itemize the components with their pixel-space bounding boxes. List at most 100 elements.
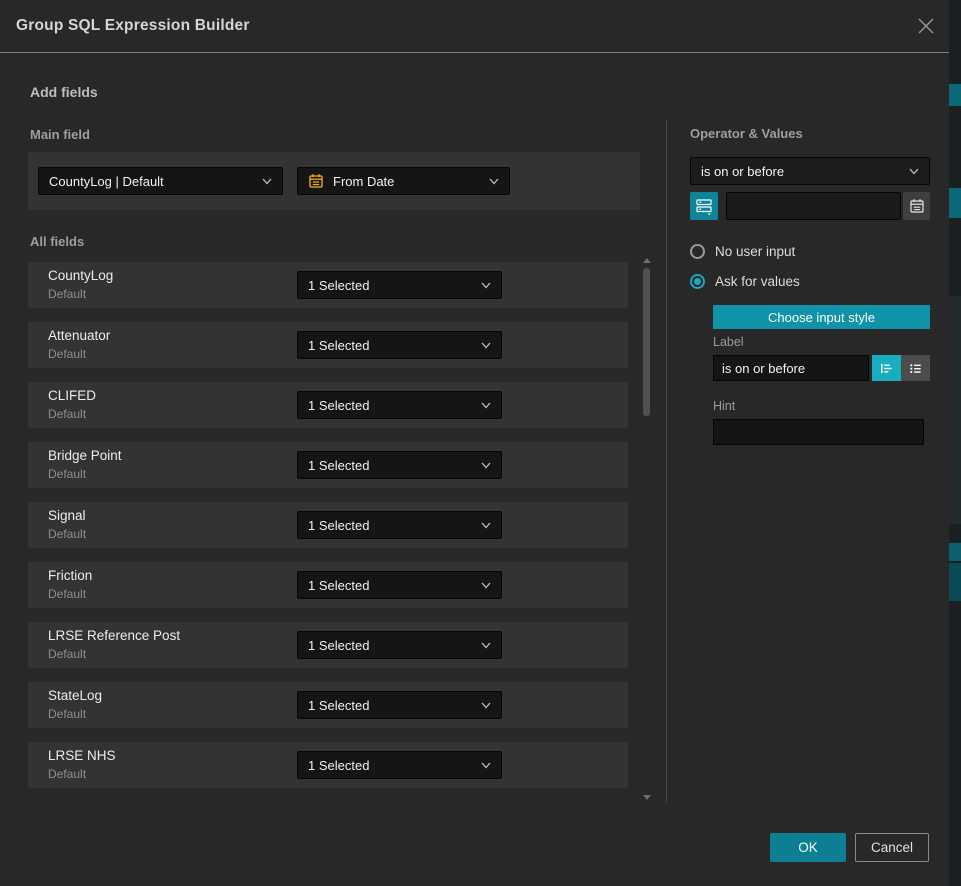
field-name: Signal: [48, 508, 86, 523]
main-field-select[interactable]: From Date: [297, 167, 510, 195]
main-field-select-value: From Date: [333, 174, 481, 189]
bullet-list-icon: [908, 361, 923, 376]
field-values-select[interactable]: 1 Selected: [297, 631, 502, 659]
field-name: StateLog: [48, 688, 102, 703]
field-values-select[interactable]: 1 Selected: [297, 451, 502, 479]
field-subtitle: Default: [48, 347, 86, 361]
main-field-label: Main field: [30, 127, 90, 142]
chevron-down-icon: [909, 168, 919, 175]
cancel-button[interactable]: Cancel: [855, 833, 929, 862]
chevron-down-icon: [481, 522, 491, 529]
chevron-down-icon: [481, 582, 491, 589]
operator-values-heading: Operator & Values: [690, 126, 803, 141]
radio-icon: [690, 244, 705, 259]
field-name: LRSE NHS: [48, 748, 116, 763]
field-values-select[interactable]: 1 Selected: [297, 571, 502, 599]
field-row: CountyLog Default 1 Selected: [28, 262, 628, 308]
operator-select-value: is on or before: [701, 164, 901, 179]
radio-no-user-input[interactable]: No user input: [690, 244, 795, 259]
radio-selected-icon: [690, 274, 705, 289]
ok-button[interactable]: OK: [770, 833, 846, 862]
layer-select-value: CountyLog | Default: [49, 174, 254, 189]
field-row: LRSE Reference Post Default 1 Selected: [28, 622, 628, 668]
field-row: Bridge Point Default 1 Selected: [28, 442, 628, 488]
bullet-list-style-button[interactable]: [901, 355, 930, 381]
scrollbar-thumb[interactable]: [643, 268, 650, 416]
select-value: 1 Selected: [308, 698, 473, 713]
label-caption: Label: [713, 335, 744, 349]
background-app-fragment: [949, 543, 961, 561]
select-value: 1 Selected: [308, 758, 473, 773]
choose-input-style-button[interactable]: Choose input style: [713, 305, 930, 329]
field-values-select[interactable]: 1 Selected: [297, 331, 502, 359]
chevron-down-icon: [481, 702, 491, 709]
date-picker-button[interactable]: [903, 192, 930, 220]
radio-label: No user input: [715, 244, 795, 259]
select-value: 1 Selected: [308, 458, 473, 473]
add-fields-heading: Add fields: [30, 84, 98, 100]
select-value: 1 Selected: [308, 398, 473, 413]
group-sql-expression-builder-dialog: Group SQL Expression Builder Add fields …: [0, 0, 961, 886]
field-row: LRSE NHS Default 1 Selected: [28, 742, 628, 788]
field-name: LRSE Reference Post: [48, 628, 180, 643]
field-values-select[interactable]: 1 Selected: [297, 691, 502, 719]
chevron-down-icon: [481, 462, 491, 469]
align-left-icon: [879, 361, 894, 376]
all-fields-label: All fields: [30, 234, 84, 249]
field-values-select[interactable]: 1 Selected: [297, 751, 502, 779]
stacked-values-icon: [695, 197, 713, 215]
chevron-down-icon: [489, 178, 499, 185]
field-values-select[interactable]: 1 Selected: [297, 391, 502, 419]
chevron-down-icon: [481, 642, 491, 649]
scrollbar-up-arrow-icon[interactable]: [643, 258, 651, 263]
field-name: Friction: [48, 568, 92, 583]
select-value: 1 Selected: [308, 638, 473, 653]
field-name: Attenuator: [48, 328, 110, 343]
field-row: Signal Default 1 Selected: [28, 502, 628, 548]
field-values-select[interactable]: 1 Selected: [297, 271, 502, 299]
calendar-icon: [308, 173, 324, 189]
layer-select[interactable]: CountyLog | Default: [38, 167, 283, 195]
field-subtitle: Default: [48, 527, 86, 541]
field-name: CLIFED: [48, 388, 96, 403]
operator-select[interactable]: is on or before: [690, 157, 930, 185]
panel-divider: [666, 120, 667, 802]
field-subtitle: Default: [48, 707, 86, 721]
dialog-title: Group SQL Expression Builder: [16, 0, 250, 52]
field-subtitle: Default: [48, 767, 86, 781]
field-row: Friction Default 1 Selected: [28, 562, 628, 608]
align-left-style-button[interactable]: [872, 355, 901, 381]
field-values-select[interactable]: 1 Selected: [297, 511, 502, 539]
background-app-fragment: [949, 563, 961, 601]
radio-ask-for-values[interactable]: Ask for values: [690, 274, 800, 289]
field-name: Bridge Point: [48, 448, 122, 463]
field-subtitle: Default: [48, 467, 86, 481]
select-value: 1 Selected: [308, 518, 473, 533]
field-subtitle: Default: [48, 647, 86, 661]
field-row: Attenuator Default 1 Selected: [28, 322, 628, 368]
background-app-strip: [949, 0, 961, 886]
field-subtitle: Default: [48, 287, 86, 301]
background-app-fragment: [949, 84, 961, 106]
select-value: 1 Selected: [308, 578, 473, 593]
hint-input[interactable]: [713, 419, 924, 445]
label-style-toggle: [872, 355, 930, 381]
hint-caption: Hint: [713, 399, 735, 413]
value-input[interactable]: [726, 192, 901, 220]
chevron-down-icon: [262, 178, 272, 185]
scrollbar-down-arrow-icon[interactable]: [643, 795, 651, 800]
background-app-fragment: [949, 188, 961, 218]
chevron-down-icon: [481, 762, 491, 769]
close-icon[interactable]: [915, 15, 937, 37]
chevron-down-icon: [481, 342, 491, 349]
field-subtitle: Default: [48, 587, 86, 601]
field-row: StateLog Default 1 Selected: [28, 682, 628, 728]
dialog-surface: Group SQL Expression Builder Add fields …: [0, 0, 949, 886]
chevron-down-icon: [481, 402, 491, 409]
calendar-icon: [909, 198, 925, 214]
background-app-fragment: [949, 296, 961, 524]
label-input[interactable]: [713, 355, 869, 381]
field-name: CountyLog: [48, 268, 113, 283]
value-type-button[interactable]: [690, 192, 718, 220]
select-value: 1 Selected: [308, 338, 473, 353]
